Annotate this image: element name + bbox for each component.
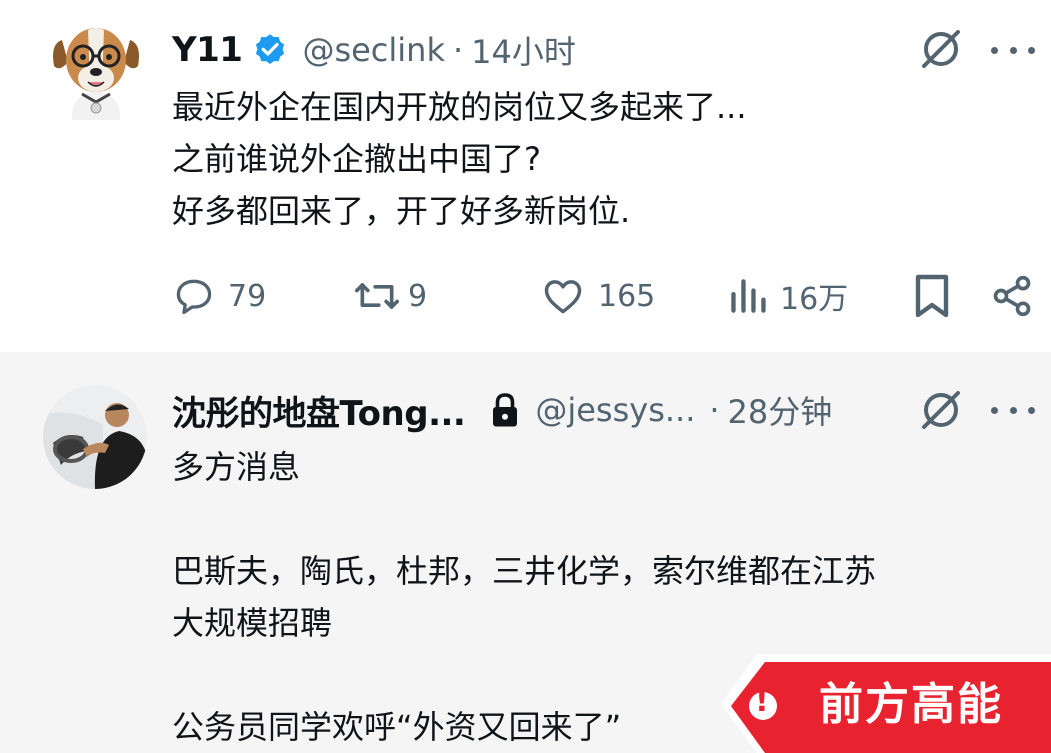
avatar-y11[interactable] <box>48 22 144 120</box>
tweet-text: 最近外企在国内开放的岗位又多起来了... 之前谁说外企撤出中国了? 好多都回来了… <box>172 81 747 237</box>
separator-dot: · <box>709 391 720 429</box>
verified-badge-icon <box>252 32 288 68</box>
bookmark-icon <box>915 274 949 318</box>
action-bar: 79 9 165 16万 <box>172 268 1042 324</box>
views-button[interactable]: 16万 <box>728 268 848 324</box>
view-count: 16万 <box>780 282 849 317</box>
like-count: 165 <box>598 278 656 314</box>
share-button[interactable] <box>990 268 1034 324</box>
bookmark-button[interactable] <box>912 268 952 324</box>
screenshot: Y11 @seclink · 14小时 最近外企在国内开放的岗位又多起来了...… <box>0 0 1051 753</box>
repost-count: 9 <box>408 278 428 314</box>
more-options-icon[interactable] <box>991 398 1035 422</box>
lock-icon <box>489 392 521 428</box>
avatar-jessys[interactable] <box>43 385 147 489</box>
author-handle[interactable]: @jessys... <box>535 391 695 429</box>
tweet-header: 沈彤的地盘Tong... @jessys... · 28分钟 <box>172 386 832 434</box>
reply-button[interactable]: 79 <box>172 268 266 324</box>
share-icon <box>993 275 1031 317</box>
grok-icon[interactable] <box>918 26 964 72</box>
tweet-line: 大规模招聘 <box>172 604 333 642</box>
timestamp[interactable]: 28分钟 <box>728 387 833 433</box>
tweet-line: 之前谁说外企撤出中国了? <box>172 140 541 178</box>
tweet-line: 好多都回来了，开了好多新岗位. <box>172 192 631 230</box>
author-handle[interactable]: @seclink <box>302 31 445 69</box>
more-options-icon[interactable] <box>991 38 1035 62</box>
like-icon <box>544 280 582 314</box>
like-button[interactable]: 165 <box>540 268 655 324</box>
reply-count: 79 <box>228 278 267 314</box>
tweet-line: 最近外企在国内开放的岗位又多起来了... <box>172 88 747 126</box>
separator-dot: · <box>452 31 464 69</box>
timestamp[interactable]: 14小时 <box>471 27 576 73</box>
tweet-header: Y11 @seclink · 14小时 <box>172 26 576 74</box>
author-name[interactable]: 沈彤的地盘Tong... <box>172 386 466 435</box>
sticker-exclamation: ! <box>755 684 769 719</box>
repost-icon <box>355 283 399 309</box>
reply-icon <box>176 279 212 315</box>
grok-icon[interactable] <box>918 387 964 433</box>
tweet-line: 巴斯夫，陶氏，杜邦，三井化学，索尔维都在江苏 <box>172 552 877 590</box>
warning-sticker: ! 前方高能 <box>717 650 1051 753</box>
repost-button[interactable]: 9 <box>352 268 427 324</box>
tweet-line: 多方消息 <box>172 448 301 486</box>
tweet-1[interactable]: Y11 @seclink · 14小时 最近外企在国内开放的岗位又多起来了...… <box>0 0 1051 352</box>
views-icon <box>731 279 766 313</box>
author-name[interactable]: Y11 <box>172 30 243 70</box>
sticker-text: 前方高能 <box>819 679 1003 730</box>
